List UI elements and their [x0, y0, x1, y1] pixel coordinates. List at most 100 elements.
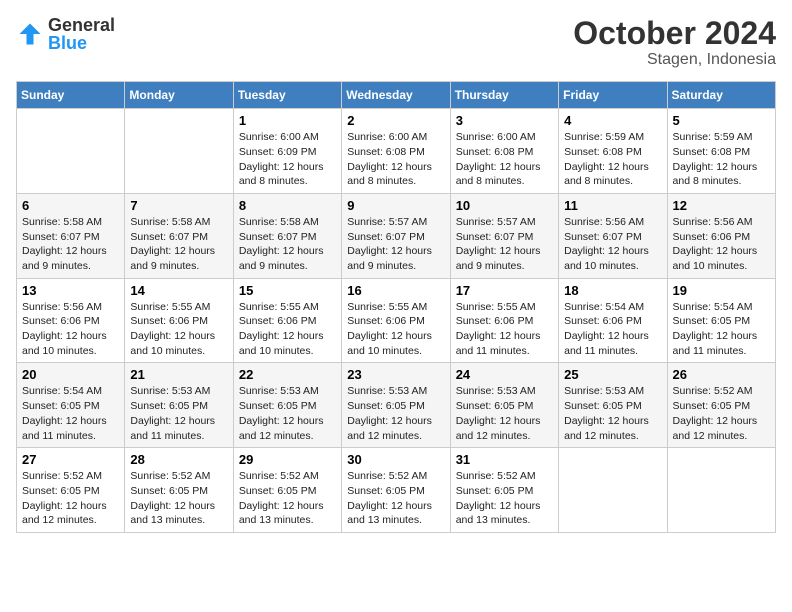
- calendar-cell: 14 Sunrise: 5:55 AMSunset: 6:06 PMDayligh…: [125, 278, 233, 363]
- calendar-cell: [667, 448, 775, 533]
- day-number: 24: [456, 367, 553, 382]
- weekday-header-thursday: Thursday: [450, 82, 558, 109]
- day-info: Sunrise: 5:58 AMSunset: 6:07 PMDaylight:…: [130, 215, 227, 274]
- calendar-cell: 18 Sunrise: 5:54 AMSunset: 6:06 PMDayligh…: [559, 278, 667, 363]
- day-number: 13: [22, 283, 119, 298]
- day-number: 29: [239, 452, 336, 467]
- day-number: 17: [456, 283, 553, 298]
- day-info: Sunrise: 6:00 AMSunset: 6:08 PMDaylight:…: [347, 130, 444, 189]
- day-number: 3: [456, 113, 553, 128]
- day-info: Sunrise: 5:52 AMSunset: 6:05 PMDaylight:…: [22, 469, 119, 528]
- calendar-cell: 9 Sunrise: 5:57 AMSunset: 6:07 PMDaylight…: [342, 193, 450, 278]
- day-number: 9: [347, 198, 444, 213]
- calendar-cell: 25 Sunrise: 5:53 AMSunset: 6:05 PMDayligh…: [559, 363, 667, 448]
- calendar-cell: 5Sunrise: 5:59 AMSunset: 6:08 PMDaylight…: [667, 109, 775, 194]
- calendar-cell: 2Sunrise: 6:00 AMSunset: 6:08 PMDaylight…: [342, 109, 450, 194]
- calendar-cell: 22 Sunrise: 5:53 AMSunset: 6:05 PMDayligh…: [233, 363, 341, 448]
- calendar-cell: 19 Sunrise: 5:54 AMSunset: 6:05 PMDayligh…: [667, 278, 775, 363]
- calendar-cell: 27 Sunrise: 5:52 AMSunset: 6:05 PMDayligh…: [17, 448, 125, 533]
- day-number: 4: [564, 113, 661, 128]
- day-info: Sunrise: 5:55 AMSunset: 6:06 PMDaylight:…: [347, 300, 444, 359]
- day-number: 27: [22, 452, 119, 467]
- day-info: Sunrise: 5:54 AMSunset: 6:05 PMDaylight:…: [673, 300, 770, 359]
- calendar-cell: 21 Sunrise: 5:53 AMSunset: 6:05 PMDayligh…: [125, 363, 233, 448]
- calendar-cell: 12 Sunrise: 5:56 AMSunset: 6:06 PMDayligh…: [667, 193, 775, 278]
- calendar-cell: 23 Sunrise: 5:53 AMSunset: 6:05 PMDayligh…: [342, 363, 450, 448]
- day-number: 14: [130, 283, 227, 298]
- calendar-cell: 24 Sunrise: 5:53 AMSunset: 6:05 PMDayligh…: [450, 363, 558, 448]
- calendar-cell: 7 Sunrise: 5:58 AMSunset: 6:07 PMDaylight…: [125, 193, 233, 278]
- day-info: Sunrise: 5:54 AMSunset: 6:06 PMDaylight:…: [564, 300, 661, 359]
- day-info: Sunrise: 5:52 AMSunset: 6:05 PMDaylight:…: [239, 469, 336, 528]
- day-info: Sunrise: 5:55 AMSunset: 6:06 PMDaylight:…: [130, 300, 227, 359]
- day-number: 28: [130, 452, 227, 467]
- logo-icon: [16, 20, 44, 48]
- day-info: Sunrise: 5:53 AMSunset: 6:05 PMDaylight:…: [347, 384, 444, 443]
- calendar-cell: 20 Sunrise: 5:54 AMSunset: 6:05 PMDayligh…: [17, 363, 125, 448]
- calendar-cell: 17 Sunrise: 5:55 AMSunset: 6:06 PMDayligh…: [450, 278, 558, 363]
- day-number: 19: [673, 283, 770, 298]
- month-title: October 2024: [573, 16, 776, 51]
- day-info: Sunrise: 5:54 AMSunset: 6:05 PMDaylight:…: [22, 384, 119, 443]
- calendar-cell: 30Sunrise: 5:52 AMSunset: 6:05 PMDayligh…: [342, 448, 450, 533]
- day-number: 1: [239, 113, 336, 128]
- calendar-cell: 15Sunrise: 5:55 AMSunset: 6:06 PMDayligh…: [233, 278, 341, 363]
- calendar-cell: 29 Sunrise: 5:52 AMSunset: 6:05 PMDayligh…: [233, 448, 341, 533]
- day-info: Sunrise: 5:58 AMSunset: 6:07 PMDaylight:…: [22, 215, 119, 274]
- calendar-week-5: 27 Sunrise: 5:52 AMSunset: 6:05 PMDayligh…: [17, 448, 776, 533]
- day-number: 10: [456, 198, 553, 213]
- logo: General Blue: [16, 16, 115, 52]
- weekday-header-wednesday: Wednesday: [342, 82, 450, 109]
- day-number: 7: [130, 198, 227, 213]
- day-info: Sunrise: 5:52 AMSunset: 6:05 PMDaylight:…: [673, 384, 770, 443]
- day-number: 22: [239, 367, 336, 382]
- calendar-week-3: 13Sunrise: 5:56 AMSunset: 6:06 PMDayligh…: [17, 278, 776, 363]
- day-info: Sunrise: 5:53 AMSunset: 6:05 PMDaylight:…: [456, 384, 553, 443]
- day-number: 16: [347, 283, 444, 298]
- day-info: Sunrise: 5:55 AMSunset: 6:06 PMDaylight:…: [239, 300, 336, 359]
- day-info: Sunrise: 5:53 AMSunset: 6:05 PMDaylight:…: [130, 384, 227, 443]
- day-number: 20: [22, 367, 119, 382]
- day-number: 18: [564, 283, 661, 298]
- calendar-cell: [17, 109, 125, 194]
- day-info: Sunrise: 5:52 AMSunset: 6:05 PMDaylight:…: [130, 469, 227, 528]
- day-number: 5: [673, 113, 770, 128]
- calendar-cell: 11Sunrise: 5:56 AMSunset: 6:07 PMDayligh…: [559, 193, 667, 278]
- weekday-header-row: SundayMondayTuesdayWednesdayThursdayFrid…: [17, 82, 776, 109]
- day-number: 23: [347, 367, 444, 382]
- day-info: Sunrise: 5:53 AMSunset: 6:05 PMDaylight:…: [239, 384, 336, 443]
- logo-text: General Blue: [48, 16, 115, 52]
- day-info: Sunrise: 5:52 AMSunset: 6:05 PMDaylight:…: [456, 469, 553, 528]
- calendar-cell: 8Sunrise: 5:58 AMSunset: 6:07 PMDaylight…: [233, 193, 341, 278]
- weekday-header-friday: Friday: [559, 82, 667, 109]
- calendar-week-2: 6 Sunrise: 5:58 AMSunset: 6:07 PMDaylight…: [17, 193, 776, 278]
- day-info: Sunrise: 5:56 AMSunset: 6:06 PMDaylight:…: [673, 215, 770, 274]
- day-number: 21: [130, 367, 227, 382]
- title-block: October 2024 Stagen, Indonesia: [573, 16, 776, 69]
- day-number: 8: [239, 198, 336, 213]
- weekday-header-saturday: Saturday: [667, 82, 775, 109]
- calendar-cell: 3Sunrise: 6:00 AMSunset: 6:08 PMDaylight…: [450, 109, 558, 194]
- day-info: Sunrise: 5:55 AMSunset: 6:06 PMDaylight:…: [456, 300, 553, 359]
- day-number: 6: [22, 198, 119, 213]
- location: Stagen, Indonesia: [573, 51, 776, 69]
- page-header: General Blue October 2024 Stagen, Indone…: [16, 16, 776, 69]
- day-number: 30: [347, 452, 444, 467]
- calendar-cell: 16 Sunrise: 5:55 AMSunset: 6:06 PMDayligh…: [342, 278, 450, 363]
- calendar-cell: 1 Sunrise: 6:00 AMSunset: 6:09 PMDaylight…: [233, 109, 341, 194]
- calendar-cell: 31Sunrise: 5:52 AMSunset: 6:05 PMDayligh…: [450, 448, 558, 533]
- calendar-cell: [125, 109, 233, 194]
- calendar-cell: 28 Sunrise: 5:52 AMSunset: 6:05 PMDayligh…: [125, 448, 233, 533]
- day-info: Sunrise: 5:57 AMSunset: 6:07 PMDaylight:…: [347, 215, 444, 274]
- day-info: Sunrise: 6:00 AMSunset: 6:09 PMDaylight:…: [239, 130, 336, 189]
- day-number: 12: [673, 198, 770, 213]
- day-number: 25: [564, 367, 661, 382]
- calendar-cell: 13Sunrise: 5:56 AMSunset: 6:06 PMDayligh…: [17, 278, 125, 363]
- weekday-header-tuesday: Tuesday: [233, 82, 341, 109]
- day-info: Sunrise: 5:59 AMSunset: 6:08 PMDaylight:…: [564, 130, 661, 189]
- day-number: 26: [673, 367, 770, 382]
- day-info: Sunrise: 5:56 AMSunset: 6:07 PMDaylight:…: [564, 215, 661, 274]
- calendar-cell: [559, 448, 667, 533]
- day-info: Sunrise: 5:53 AMSunset: 6:05 PMDaylight:…: [564, 384, 661, 443]
- calendar-cell: 4 Sunrise: 5:59 AMSunset: 6:08 PMDaylight…: [559, 109, 667, 194]
